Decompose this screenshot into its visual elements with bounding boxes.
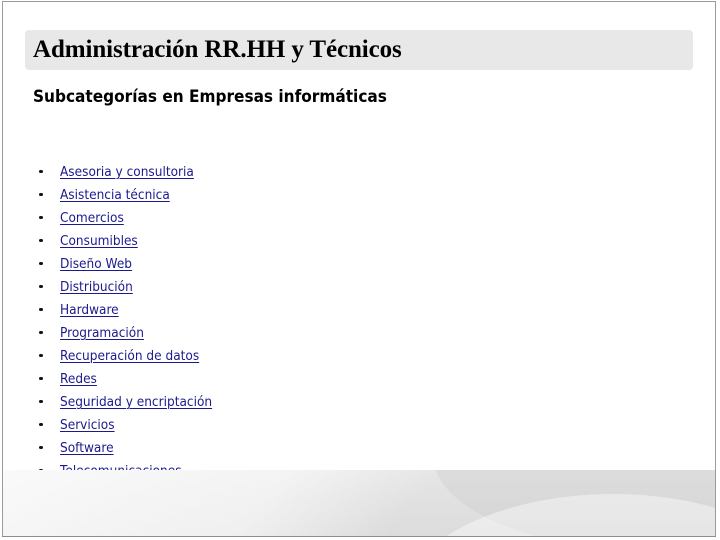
list-item: Seguridad y encriptación [34, 390, 534, 413]
bullet-dot-icon [39, 353, 43, 357]
slide-border-bottom [2, 536, 716, 537]
bullet-dot-icon [39, 215, 43, 219]
list-item: Consumibles [34, 229, 534, 252]
subcategory-link[interactable]: Diseño Web [60, 253, 132, 276]
subcategory-link[interactable]: Servicios [60, 414, 115, 437]
subcategory-link[interactable]: Software [60, 437, 114, 460]
bullet-dot-icon [39, 192, 43, 196]
subcategory-link[interactable]: Comercios [60, 207, 124, 230]
list-item: Redes [34, 367, 534, 390]
subcategory-link[interactable]: Seguridad y encriptación [60, 391, 212, 414]
subcategory-link[interactable]: Asistencia técnica [60, 184, 170, 207]
slide-border-top [2, 1, 716, 2]
subcategory-link[interactable]: Distribución [60, 276, 133, 299]
bullet-dot-icon [39, 376, 43, 380]
footer-decoration-band [3, 470, 715, 536]
subcategory-link[interactable]: Redes [60, 368, 97, 391]
slide-border-right [715, 1, 716, 536]
subcategory-link[interactable]: Consumibles [60, 230, 138, 253]
bullet-dot-icon [39, 422, 43, 426]
subcategory-link[interactable]: Hardware [60, 299, 119, 322]
list-item: Asistencia técnica [34, 183, 534, 206]
bullet-dot-icon [39, 445, 43, 449]
list-item: Recuperación de datos [34, 344, 534, 367]
slide-border-left [2, 1, 3, 536]
bullet-dot-icon [39, 284, 43, 288]
bullet-dot-icon [39, 399, 43, 403]
list-item: Comercios [34, 206, 534, 229]
slide-title: Administración RR.HH y Técnicos [33, 36, 402, 63]
bullet-dot-icon [39, 238, 43, 242]
subcategory-link[interactable]: Recuperación de datos [60, 345, 199, 368]
list-item: Servicios [34, 413, 534, 436]
slide-subtitle: Subcategorías en Empresas informáticas [33, 87, 387, 106]
bullet-dot-icon [39, 169, 43, 173]
list-item: Hardware [34, 298, 534, 321]
subcategory-list: Asesoria y consultoria Asistencia técnica… [34, 160, 534, 482]
bullet-dot-icon [39, 261, 43, 265]
list-item: Asesoria y consultoria [34, 160, 534, 183]
bullet-dot-icon [39, 307, 43, 311]
subcategory-link[interactable]: Asesoria y consultoria [60, 161, 194, 184]
list-item: Diseño Web [34, 252, 534, 275]
list-item: Programación [34, 321, 534, 344]
list-item: Software [34, 436, 534, 459]
list-item: Distribución [34, 275, 534, 298]
slide-canvas: Administración RR.HH y Técnicos Subcateg… [0, 0, 720, 540]
bullet-dot-icon [39, 330, 43, 334]
subcategory-link[interactable]: Programación [60, 322, 144, 345]
footer-sheen [3, 470, 525, 536]
